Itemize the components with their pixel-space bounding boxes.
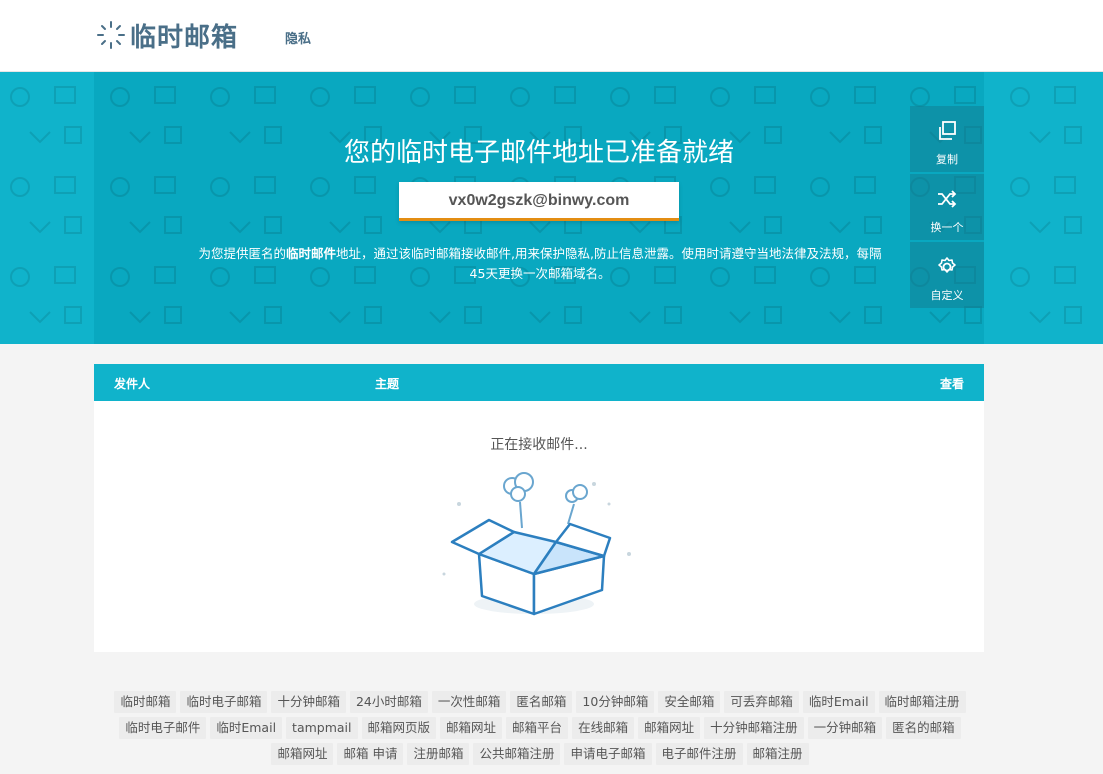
copy-icon (939, 121, 956, 140)
keyword-tag[interactable]: 邮箱网址 (271, 743, 334, 765)
keyword-tag[interactable]: tampmail (286, 717, 358, 739)
keyword-tag[interactable]: 注册邮箱 (407, 743, 470, 765)
logo-sun-icon (97, 21, 125, 49)
hero-title: 您的临时电子邮件地址已准备就绪 (343, 138, 734, 168)
copy-label: 复制 (936, 153, 958, 166)
keyword-tag[interactable]: 十分钟邮箱注册 (704, 717, 804, 739)
copy-button[interactable]: 复制 (910, 106, 984, 172)
side-action-bar: 复制 换一个 自定义 (910, 106, 984, 310)
keyword-tag[interactable]: 申请电子邮箱 (564, 743, 652, 765)
hero-description: 为您提供匿名的临时邮件地址，通过该临时邮箱接收邮件,用来保护隐私,防止信息泄露。… (195, 244, 885, 284)
keyword-tag[interactable]: 10分钟邮箱 (576, 691, 655, 713)
col-view: 查看 (940, 377, 965, 391)
nav-privacy-link[interactable]: 隐私 (285, 28, 311, 47)
keyword-tags: 临时邮箱 临时电子邮箱 十分钟邮箱 24小时邮箱 一次性邮箱 匿名邮箱 10分钟邮箱 安全邮箱… (100, 691, 980, 769)
keyword-tag[interactable]: 可丢弃邮箱 (724, 691, 799, 713)
keyword-tag[interactable]: 安全邮箱 (658, 691, 721, 713)
customize-button[interactable]: 自定义 (910, 242, 984, 308)
hero-banner: 您的临时电子邮件地址已准备就绪 vx0w2gszk@binwy.com 为您提供… (0, 72, 1103, 344)
keyword-tag[interactable]: 十分钟邮箱 (271, 691, 346, 713)
keyword-tag[interactable]: 24小时邮箱 (349, 691, 428, 713)
keyword-tag[interactable]: 匿名邮箱 (510, 691, 573, 713)
keyword-tag[interactable]: 临时电子邮箱 (180, 691, 268, 713)
shuffle-icon (938, 190, 957, 208)
site-header: 临时邮箱 隐私 (0, 0, 1103, 72)
keyword-tag[interactable]: 临时邮箱 (114, 691, 177, 713)
inbox-header: 发件人 主题 查看 (94, 364, 984, 401)
keyword-tag[interactable]: 临时Email (210, 717, 283, 739)
logo-text: 临时邮箱 (130, 21, 239, 52)
keyword-tag[interactable]: 临时电子邮件 (119, 717, 207, 739)
customize-label: 自定义 (930, 289, 964, 302)
gear-icon (938, 257, 956, 273)
col-sender: 发件人 (114, 377, 151, 391)
keyword-tag[interactable]: 邮箱平台 (506, 717, 569, 739)
keyword-tag[interactable]: 邮箱网址 (638, 717, 701, 739)
temp-email-address[interactable]: vx0w2gszk@binwy.com (399, 182, 679, 221)
keyword-tag[interactable]: 邮箱网址 (440, 717, 503, 739)
shuffle-label: 换一个 (930, 221, 964, 234)
desc-suffix: 地址，通过该临时邮箱接收邮件,用来保护隐私,防止信息泄露。使用时请遵守当地法律及… (336, 246, 882, 281)
keyword-tag[interactable]: 公共邮箱注册 (473, 743, 561, 765)
keyword-tag[interactable]: 电子邮件注册 (655, 743, 743, 765)
keyword-tag[interactable]: 在线邮箱 (572, 717, 635, 739)
site-logo[interactable]: 临时邮箱 (96, 18, 238, 52)
empty-box-illustration (442, 472, 631, 616)
desc-bold: 临时邮件 (286, 246, 337, 261)
keyword-tag[interactable]: 邮箱注册 (746, 743, 809, 765)
shuffle-button[interactable]: 换一个 (910, 174, 984, 240)
keyword-tag[interactable]: 匿名的邮箱 (886, 717, 961, 739)
col-subject: 主题 (375, 377, 400, 391)
receiving-status: 正在接收邮件... (490, 437, 588, 453)
keyword-tag[interactable]: 临时Email (802, 691, 875, 713)
keyword-tag[interactable]: 临时邮箱注册 (878, 691, 966, 713)
desc-prefix: 为您提供匿名的 (198, 246, 287, 261)
keyword-tag[interactable]: 一次性邮箱 (431, 691, 507, 713)
keyword-tag[interactable]: 一分钟邮箱 (807, 717, 883, 739)
keyword-tag[interactable]: 邮箱 申请 (337, 743, 404, 765)
keyword-tag[interactable]: 邮箱网页版 (361, 717, 437, 739)
inbox-panel: 发件人 主题 查看 正在接收邮件... (94, 364, 984, 652)
